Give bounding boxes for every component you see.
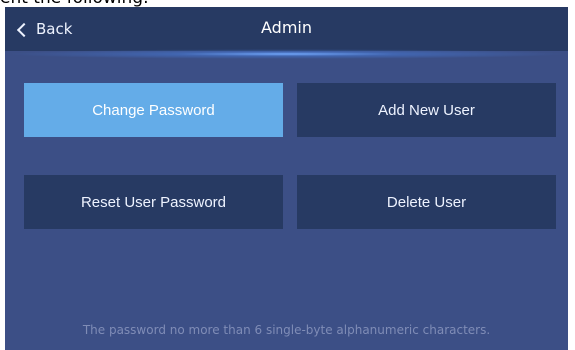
header-bar: Back Admin: [5, 7, 568, 51]
change-password-button[interactable]: Change Password: [24, 83, 283, 137]
reset-user-password-button[interactable]: Reset User Password: [24, 175, 283, 229]
page-title: Admin: [261, 18, 312, 37]
header-glow-divider: [5, 49, 568, 59]
delete-user-button[interactable]: Delete User: [297, 175, 556, 229]
add-new-user-button[interactable]: Add New User: [297, 83, 556, 137]
password-hint-text: The password no more than 6 single-byte …: [82, 323, 491, 337]
admin-screen: Back Admin Change Password Add New User …: [5, 7, 568, 350]
